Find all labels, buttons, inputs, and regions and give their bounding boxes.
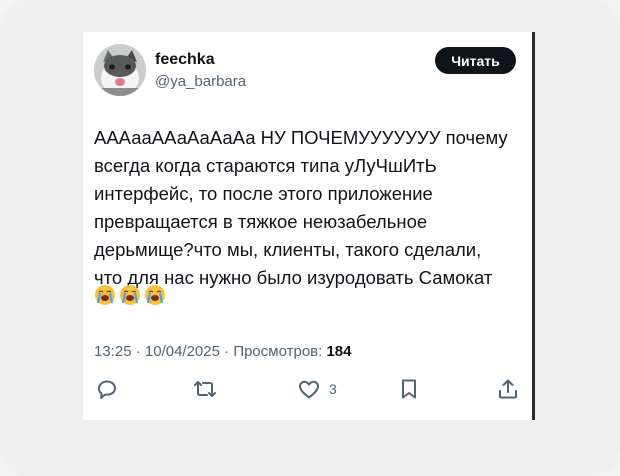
display-name[interactable]: feechka xyxy=(155,51,215,69)
retweet-icon xyxy=(194,381,216,397)
retweet-button[interactable] xyxy=(193,374,217,404)
like-button[interactable]: 3 xyxy=(297,374,337,404)
views-count: 184 xyxy=(326,343,352,360)
reply-button[interactable] xyxy=(95,374,119,404)
tweet-text: АААааААаАаАаАа НУ ПОЧЕМУУУУУУУ почему вс… xyxy=(94,127,508,288)
cat-photo-icon xyxy=(94,44,146,96)
like-count: 3 xyxy=(329,381,337,397)
user-handle[interactable]: @ya_barbara xyxy=(155,73,246,90)
loudly-crying-face-icon xyxy=(145,285,165,305)
card-edge xyxy=(532,32,535,420)
tweet-time[interactable]: 13:25 xyxy=(94,343,132,360)
like-icon xyxy=(299,380,319,399)
meta-separator: · xyxy=(224,343,230,360)
tweet-card: feechka @ya_barbara Читать АААааААаАаАаА… xyxy=(83,32,532,420)
loudly-crying-face-icon xyxy=(95,285,115,305)
share-icon xyxy=(499,379,517,399)
bookmark-icon xyxy=(402,379,416,399)
share-button[interactable] xyxy=(496,374,520,404)
emoji-row xyxy=(94,284,166,306)
follow-button[interactable]: Читать xyxy=(435,47,516,74)
loudly-crying-face-icon xyxy=(120,285,140,305)
tweet-meta: 13:25 · 10/04/2025 · Просмотров: 184 xyxy=(94,343,352,360)
meta-separator: · xyxy=(135,343,141,360)
tweet-date[interactable]: 10/04/2025 xyxy=(145,343,220,360)
views-label: Просмотров: xyxy=(233,343,323,360)
reply-icon xyxy=(98,380,116,399)
bookmark-button[interactable] xyxy=(397,374,421,404)
avatar[interactable] xyxy=(94,44,146,96)
